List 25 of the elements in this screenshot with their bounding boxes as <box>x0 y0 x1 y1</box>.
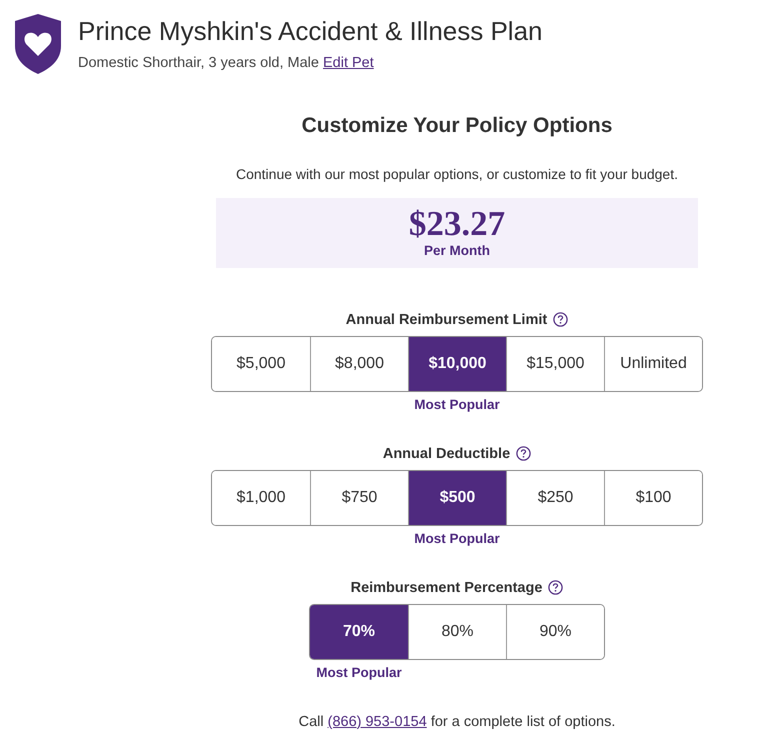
edit-pet-link[interactable]: Edit Pet <box>323 55 374 71</box>
most-popular-note: Most Popular <box>414 530 500 546</box>
help-icon[interactable] <box>553 312 568 328</box>
pet-details: Domestic Shorthair, 3 years old, Male Edit Pet <box>78 55 375 71</box>
option-button[interactable]: $100 <box>604 470 702 525</box>
option-label: Annual Deductible <box>382 446 510 462</box>
option-label: Reimbursement Percentage <box>350 580 542 596</box>
plan-title: Prince Myshkin's Accident & Illness Plan <box>78 16 542 47</box>
most-popular-note: Most Popular <box>414 396 500 412</box>
option-button[interactable]: Unlimited <box>604 336 702 391</box>
help-icon[interactable] <box>548 580 564 596</box>
section-heading: Customize Your Policy Options <box>302 114 612 138</box>
phone-link[interactable]: (866) 953-0154 <box>328 714 427 730</box>
most-popular-note: Most Popular <box>316 664 402 680</box>
intro-text: Continue with our most popular options, or customize to fit your budget. <box>236 166 678 182</box>
option-button[interactable]: $10,000 <box>408 336 506 391</box>
option-button[interactable]: 90% <box>506 604 604 659</box>
option-label: Annual Reimbursement Limit <box>346 312 548 328</box>
option-button[interactable]: 70% <box>310 604 408 659</box>
option-button[interactable]: $500 <box>408 470 506 525</box>
shield-heart-icon <box>15 14 61 74</box>
footer-text: Call (866) 953-0154 for a complete list of options. <box>298 714 616 730</box>
monthly-price: $23.27 <box>408 206 506 243</box>
help-icon[interactable] <box>516 446 532 462</box>
price-period: Per Month <box>424 242 490 258</box>
